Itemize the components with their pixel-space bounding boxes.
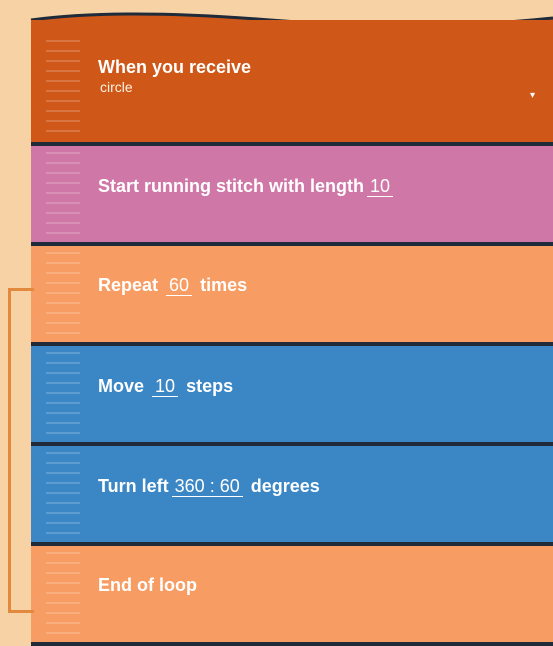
running-stitch-block[interactable]: Start running stitch with length 10: [31, 146, 553, 242]
when-you-receive-block[interactable]: When you receive circle ▾: [31, 20, 553, 142]
drag-handle[interactable]: [46, 552, 80, 636]
block-label: Turn left: [98, 476, 169, 496]
block-title: Repeat 60 times: [98, 275, 247, 296]
block-title: Start running stitch with length 10: [98, 176, 396, 197]
drag-handle[interactable]: [46, 40, 80, 136]
block-label: Start running stitch with length: [98, 176, 364, 196]
block-title: Turn left 360 : 60 degrees: [98, 476, 320, 497]
block-label-suffix: steps: [186, 376, 234, 396]
block-label-suffix: degrees: [250, 476, 320, 496]
drag-handle[interactable]: [46, 152, 80, 236]
block-title: When you receive: [98, 57, 252, 77]
turn-left-block[interactable]: Turn left 360 : 60 degrees: [31, 446, 553, 542]
block-label: Move: [98, 376, 145, 396]
block-label: Repeat: [98, 275, 159, 295]
stitch-length-field[interactable]: 10: [366, 176, 394, 197]
message-name: circle: [100, 79, 133, 95]
move-steps-field[interactable]: 10: [152, 376, 179, 397]
repeat-block[interactable]: Repeat 60 times: [31, 246, 553, 342]
block-separator: [31, 642, 553, 646]
block-label-suffix: times: [200, 275, 248, 295]
caret-down-icon[interactable]: ▾: [530, 90, 535, 101]
turn-degrees-field[interactable]: 360 : 60: [171, 476, 243, 497]
loop-bracket: [8, 288, 34, 613]
end-of-loop-block[interactable]: End of loop: [31, 546, 553, 642]
block-title: Move 10 steps: [98, 376, 233, 397]
block-title: End of loop: [98, 575, 197, 595]
repeat-count-field[interactable]: 60: [166, 275, 193, 296]
drag-handle[interactable]: [46, 352, 80, 436]
drag-handle[interactable]: [46, 252, 80, 336]
move-block[interactable]: Move 10 steps: [31, 346, 553, 442]
drag-handle[interactable]: [46, 452, 80, 536]
